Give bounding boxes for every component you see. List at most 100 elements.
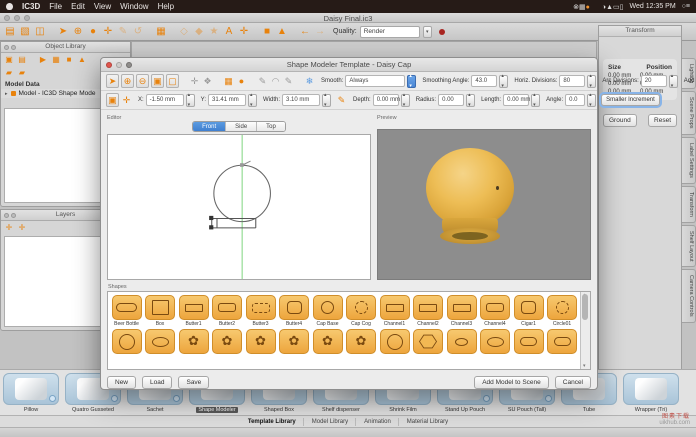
dialog-edit-icon[interactable]: ▣ — [106, 93, 119, 107]
shape-item[interactable]: Box — [145, 295, 176, 327]
shape-thumbnail[interactable] — [145, 295, 175, 320]
shape-item[interactable] — [547, 329, 578, 354]
object-tool-icon[interactable]: ▲ — [77, 53, 87, 66]
preview-viewport[interactable] — [377, 129, 591, 280]
add-model-to-scene-button[interactable]: Add Model to Scene — [474, 376, 549, 389]
view-tab[interactable]: Side — [226, 122, 257, 131]
shape-item[interactable] — [145, 329, 176, 354]
menu-item[interactable]: Window — [120, 2, 148, 11]
object-tool-icon[interactable]: ▦ — [51, 53, 61, 66]
panel-close-icon[interactable] — [4, 45, 9, 50]
shape-thumbnail[interactable] — [145, 329, 175, 354]
menu-item[interactable]: File — [49, 2, 62, 11]
dialog-tool-icon[interactable]: ➤ — [106, 74, 119, 88]
dialog-tool-icon[interactable]: ▦ — [223, 75, 234, 87]
x-field[interactable]: -1.50 mm — [146, 94, 184, 106]
shape-thumbnail[interactable] — [279, 295, 309, 320]
horiz-divisions-field[interactable]: 80 — [559, 75, 585, 87]
object-library-header[interactable]: Object Library — [1, 42, 130, 53]
shape-thumbnail[interactable] — [179, 329, 209, 354]
shapes-scrollbar[interactable] — [580, 292, 590, 369]
toolbar-icon[interactable]: ✛ — [102, 25, 114, 38]
shape-thumbnail[interactable] — [279, 329, 309, 354]
smoothing-angle-field[interactable]: 43.0 — [471, 75, 497, 87]
shape-thumbnail[interactable] — [413, 329, 443, 354]
status-icon[interactable]: ▭ — [613, 4, 620, 11]
smaller-increment-button[interactable]: Smaller Increment — [601, 94, 660, 106]
shape-thumbnail[interactable] — [346, 295, 376, 320]
smoothing-angle-stepper[interactable] — [499, 75, 508, 88]
shape-thumbnail[interactable] — [212, 329, 242, 354]
shape-thumbnail[interactable] — [380, 295, 410, 320]
toolbar-icon[interactable]: ◆ — [193, 25, 205, 38]
dialog-titlebar[interactable]: Shape Modeler Template - Daisy Cap — [101, 58, 597, 72]
shape-item[interactable]: Butter2 — [212, 295, 243, 327]
status-icon[interactable]: ▯ — [620, 4, 624, 11]
smooth-dropdown-stepper[interactable] — [407, 75, 416, 88]
shape-item[interactable] — [346, 329, 377, 354]
template-thumbnail[interactable] — [623, 373, 679, 405]
depth-field[interactable]: 0.00 mm — [373, 94, 399, 106]
arc-divisions-stepper[interactable] — [669, 75, 678, 88]
toolbar-icon[interactable]: ★ — [208, 25, 220, 38]
toolbar-icon[interactable]: ◇ — [178, 25, 190, 38]
menu-item[interactable]: IC3D — [22, 2, 40, 11]
angle-field[interactable]: 0.0 — [565, 94, 585, 106]
shape-thumbnail[interactable] — [447, 329, 477, 354]
shape-item[interactable]: Butter3 — [245, 295, 276, 327]
object-tool-icon[interactable]: ▣ — [4, 53, 14, 66]
cancel-button[interactable]: Cancel — [555, 376, 591, 389]
toolbar-icon[interactable]: A — [223, 25, 235, 38]
folder-icon[interactable]: ▰ — [4, 66, 14, 79]
shape-item[interactable]: Butter4 — [279, 295, 310, 327]
library-tab[interactable]: Template Library — [241, 418, 304, 426]
toolbar-icon[interactable]: ⊕ — [72, 25, 84, 38]
toolbar-icon[interactable]: → — [314, 25, 326, 38]
dialog-edit-icon[interactable]: ✛ — [121, 94, 132, 106]
scrollbar-thumb[interactable] — [582, 294, 588, 320]
width-stepper[interactable] — [322, 94, 331, 107]
shape-item[interactable]: Channel3 — [446, 295, 477, 327]
panel-collapse-icon[interactable] — [11, 45, 16, 50]
toolbar-icon[interactable]: ✎ — [117, 25, 129, 38]
side-tab[interactable]: Scene Props — [682, 91, 696, 135]
shape-item[interactable]: Circle01 — [547, 295, 578, 327]
transform-panel-title[interactable]: Transform — [599, 26, 681, 37]
quality-dropdown-arrow-icon[interactable]: ▾ — [423, 26, 432, 38]
object-tool-icon[interactable]: ■ — [64, 53, 74, 66]
add-layer-icon[interactable]: ✛ — [17, 221, 27, 234]
x-stepper[interactable] — [186, 94, 195, 107]
smooth-select[interactable]: Always — [345, 75, 405, 87]
template-item[interactable]: Wrapper (Tri) — [622, 373, 680, 415]
shape-thumbnail[interactable] — [480, 295, 510, 320]
status-icon[interactable]: ▦ — [579, 4, 586, 11]
shape-item[interactable] — [413, 329, 444, 354]
status-icon[interactable]: ▲ — [606, 4, 613, 11]
toolbar-icon[interactable]: ● — [87, 25, 99, 38]
shape-item[interactable]: Cigar1 — [513, 295, 544, 327]
quality-select[interactable]: Render — [360, 26, 420, 38]
shape-thumbnail[interactable] — [480, 329, 510, 354]
side-tab[interactable]: Camera Controls — [682, 269, 696, 323]
horiz-divisions-stepper[interactable] — [587, 75, 596, 88]
shape-thumbnail[interactable] — [246, 295, 276, 320]
library-tab[interactable]: Material Library — [400, 418, 455, 426]
radius-stepper[interactable] — [466, 94, 475, 107]
status-icon[interactable]: ● — [586, 4, 590, 11]
library-tab[interactable]: Animation — [357, 418, 399, 426]
folder-icon[interactable]: ▰ — [17, 66, 27, 79]
view-tab[interactable]: Front — [193, 122, 226, 131]
template-thumbnail[interactable] — [3, 373, 59, 405]
shape-thumbnail[interactable] — [212, 295, 242, 320]
dialog-minimize-icon[interactable] — [116, 62, 122, 68]
shape-item[interactable]: Channel1 — [379, 295, 410, 327]
template-item[interactable]: Pillow — [2, 373, 60, 415]
save-button[interactable]: Save — [178, 376, 209, 389]
dialog-tool-icon[interactable]: ❄ — [304, 75, 315, 87]
toolbar-icon[interactable]: ↺ — [132, 25, 144, 38]
shape-thumbnail[interactable] — [380, 329, 410, 354]
dialog-tool-icon[interactable]: ● — [236, 75, 247, 87]
depth-stepper[interactable] — [401, 94, 410, 107]
shape-item[interactable]: Butter1 — [178, 295, 209, 327]
toolbar-icon[interactable]: ▤ — [4, 25, 16, 38]
